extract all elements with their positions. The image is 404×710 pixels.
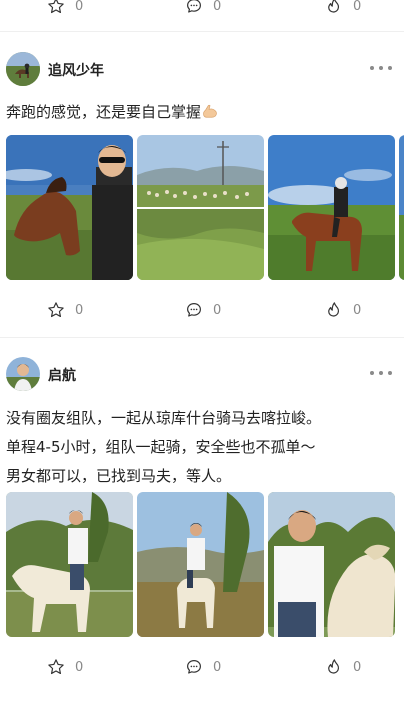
avatar[interactable] <box>6 357 40 391</box>
star-icon <box>48 302 64 318</box>
comment-icon <box>187 0 201 13</box>
star-icon <box>48 0 64 14</box>
post-photo[interactable] <box>268 135 395 280</box>
top-action-bar: 0 0 0 <box>0 0 404 18</box>
comment-count: 0 <box>213 0 222 14</box>
like-button[interactable]: 0 <box>325 655 361 679</box>
flame-like-icon <box>328 659 340 674</box>
flame-like-icon <box>328 302 340 317</box>
post-text: 没有圈友组队，一起从琼库什台骑马去喀拉峻。 单程4-5小时，组队一起骑，安全些也… <box>6 404 398 491</box>
username[interactable]: 启航 <box>48 365 76 385</box>
post-header: 启航 <box>6 357 398 391</box>
post-text: 奔跑的感觉，还是要自己掌握 <box>6 100 398 125</box>
star-button[interactable]: 0 <box>47 0 83 18</box>
post-photo[interactable] <box>137 135 264 280</box>
avatar[interactable] <box>6 52 40 86</box>
like-button[interactable]: 0 <box>325 0 361 18</box>
comment-count: 0 <box>213 659 222 675</box>
post-photo[interactable] <box>268 492 395 637</box>
like-count: 0 <box>353 659 362 675</box>
divider <box>0 337 404 338</box>
post-photo[interactable] <box>6 135 133 280</box>
photo-grid <box>6 135 404 280</box>
comment-button[interactable]: 0 <box>185 298 221 322</box>
divider <box>0 31 404 32</box>
flame-like-icon <box>328 0 340 13</box>
post-card[interactable]: 追风少年 奔跑的感觉，还是要自己掌握 0 0 0 <box>0 52 404 342</box>
post-action-bar: 0 0 0 <box>0 655 404 679</box>
star-count: 0 <box>75 302 84 318</box>
star-button[interactable]: 0 <box>47 298 83 322</box>
post-card[interactable]: 启航 没有圈友组队，一起从琼库什台骑马去喀拉峻。 单程4-5小时，组队一起骑，安… <box>0 357 404 697</box>
comment-count: 0 <box>213 302 222 318</box>
comment-icon <box>187 303 201 317</box>
comment-icon <box>187 660 201 674</box>
post-header: 追风少年 <box>6 52 398 86</box>
like-button[interactable]: 0 <box>325 298 361 322</box>
post-photo[interactable] <box>399 135 404 280</box>
username[interactable]: 追风少年 <box>48 60 104 80</box>
post-text-line: 没有圈友组队，一起从琼库什台骑马去喀拉峻。 <box>6 409 322 427</box>
like-count: 0 <box>353 0 362 14</box>
star-icon <box>48 659 64 675</box>
post-action-bar: 0 0 0 <box>0 298 404 322</box>
star-button[interactable]: 0 <box>47 655 83 679</box>
comment-button[interactable]: 0 <box>185 655 221 679</box>
flexed-biceps-icon <box>203 104 217 118</box>
post-photo[interactable] <box>137 492 264 637</box>
comment-button[interactable]: 0 <box>185 0 221 18</box>
star-count: 0 <box>75 659 84 675</box>
star-count: 0 <box>75 0 84 14</box>
post-text-line: 奔跑的感觉，还是要自己掌握 <box>6 100 398 125</box>
post-text-line: 单程4-5小时，组队一起骑，安全些也不孤单～ <box>6 438 316 456</box>
post-photo[interactable] <box>6 492 133 637</box>
photo-grid <box>6 492 404 637</box>
more-dots-icon[interactable] <box>370 58 392 78</box>
like-count: 0 <box>353 302 362 318</box>
more-dots-icon[interactable] <box>370 363 392 383</box>
post-text-line: 男女都可以，已找到马夫，等人。 <box>6 467 232 485</box>
